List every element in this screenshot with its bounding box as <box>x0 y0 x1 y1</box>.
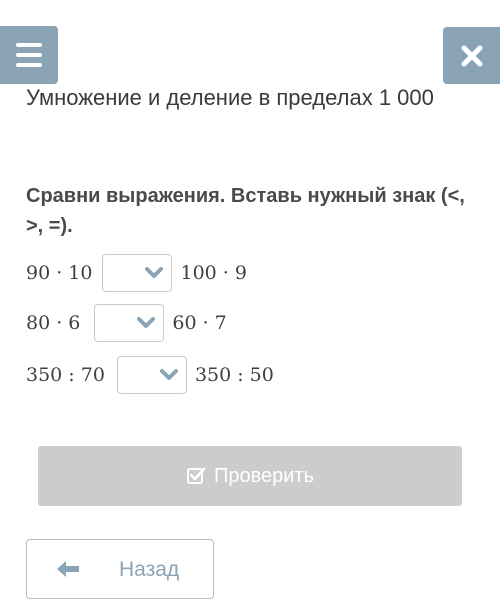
back-button[interactable]: Назад <box>26 539 214 599</box>
menu-icon-bar <box>16 43 42 47</box>
check-button-label: Проверить <box>213 464 315 487</box>
close-icon <box>461 45 482 66</box>
arrow-left-icon <box>57 561 79 577</box>
menu-icon-bar <box>16 63 42 67</box>
right-expression: 100 · 9 <box>180 262 247 284</box>
task-instruction: Сравни выражения. Вставь нужный знак (<,… <box>26 185 465 237</box>
menu-icon-bar <box>16 53 42 57</box>
chevron-down-icon <box>159 369 178 380</box>
comparison-row: 80 · 6 60 · 7 <box>26 303 227 343</box>
check-button[interactable]: Проверить <box>38 446 462 506</box>
left-expression: 350 : 70 <box>26 364 105 386</box>
menu-button[interactable] <box>0 26 58 84</box>
back-button-label: Назад <box>119 558 180 581</box>
chevron-down-icon <box>145 267 164 278</box>
right-expression: 350 : 50 <box>194 364 274 386</box>
left-expression: 80 · 6 <box>26 312 81 334</box>
chevron-down-icon <box>137 317 156 328</box>
page-title: Умножение и деление в пределах 1 000 <box>26 85 434 110</box>
comparison-row: 90 · 10 100 · 9 <box>26 253 247 293</box>
comparison-sign-select[interactable] <box>116 356 187 394</box>
comparison-sign-select[interactable] <box>94 304 165 342</box>
comparison-sign-select[interactable] <box>102 254 173 292</box>
left-expression: 90 · 10 <box>26 262 93 284</box>
check-square-icon <box>186 467 206 484</box>
close-button[interactable] <box>443 27 500 84</box>
right-expression: 60 · 7 <box>172 312 227 334</box>
comparison-row: 350 : 70 350 : 50 <box>26 355 274 395</box>
